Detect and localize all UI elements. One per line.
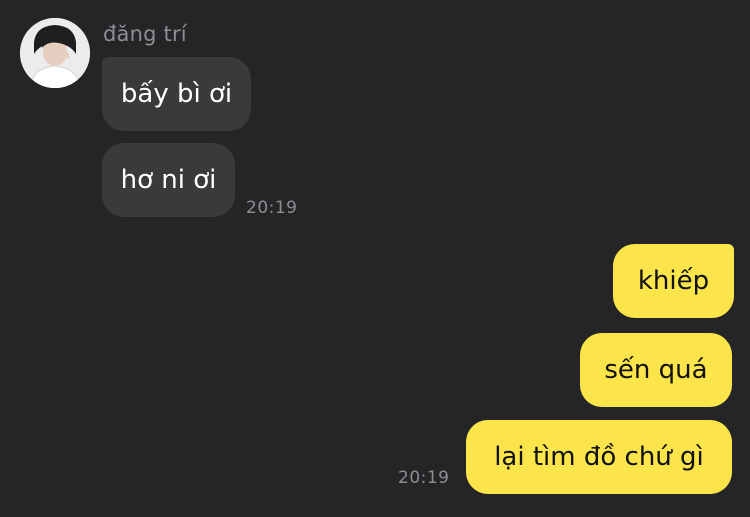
outgoing-timestamp: 20:19 [398,468,450,488]
avatar[interactable] [20,18,90,88]
message-text: hơ ni ơi [120,165,217,195]
message-text: khiếp [637,266,710,296]
message-text: lại tìm đồ chứ gì [494,442,704,472]
outgoing-message-bubble[interactable]: lại tìm đồ chứ gì [466,420,732,494]
message-text: sến quá [604,355,708,385]
sender-name: đăng trí [103,22,187,46]
incoming-message-bubble[interactable]: bấy bì ơi [102,57,251,131]
incoming-timestamp: 20:19 [246,198,298,218]
outgoing-message-bubble[interactable]: khiếp [613,244,734,318]
message-text: bấy bì ơi [120,79,233,109]
outgoing-message-bubble[interactable]: sến quá [580,333,732,407]
incoming-message-bubble[interactable]: hơ ni ơi [102,143,235,217]
